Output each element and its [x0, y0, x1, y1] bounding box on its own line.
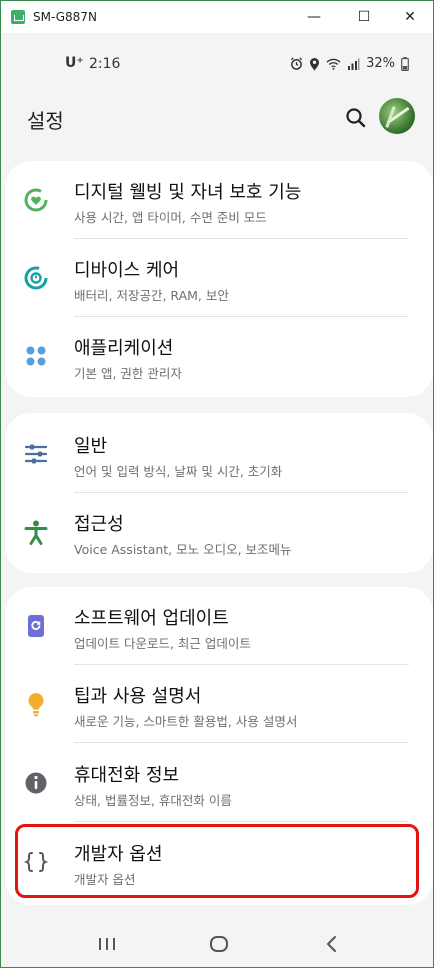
software-update-icon	[28, 615, 44, 637]
avatar[interactable]	[379, 98, 415, 134]
close-button[interactable]: ✕	[387, 1, 433, 33]
navigation-bar	[1, 913, 433, 967]
list-item-applications[interactable]: 애플리케이션 기본 앱, 권한 관리자	[5, 317, 433, 395]
settings-card-2: 일반 언어 및 입력 방식, 날짜 및 시간, 초기화 접근성 Voice As…	[5, 413, 433, 573]
sliders-icon	[24, 444, 48, 464]
item-label: 일반	[74, 436, 108, 457]
item-label: 휴대전화 정보	[74, 765, 180, 786]
carrier-label: U⁺	[65, 55, 84, 71]
item-label: 디바이스 케어	[74, 260, 180, 281]
device-care-icon	[24, 266, 48, 290]
battery-percent: 32%	[366, 56, 395, 71]
highlight-box	[15, 824, 419, 898]
maximize-button[interactable]: ☐	[341, 1, 387, 33]
item-label: 애플리케이션	[74, 338, 174, 359]
device-window: SM-G887N — ☐ ✕ U⁺ 2:16 32% 설정 디지털 웰빙 및 자…	[0, 0, 434, 968]
window-titlebar: SM-G887N — ☐ ✕	[1, 1, 433, 33]
list-item-phone-info[interactable]: 휴대전화 정보 상태, 법률정보, 휴대전화 이름	[5, 744, 433, 822]
settings-card-1: 디지털 웰빙 및 자녀 보호 기능 사용 시간, 앱 타이머, 수면 준비 모드…	[5, 161, 433, 397]
item-label: 디지털 웰빙 및 자녀 보호 기능	[74, 182, 302, 203]
item-subtitle: 배터리, 저장공간, RAM, 보안	[74, 288, 229, 303]
item-subtitle: 언어 및 입력 방식, 날짜 및 시간, 초기화	[74, 464, 283, 479]
list-item-digital-wellbeing[interactable]: 디지털 웰빙 및 자녀 보호 기능 사용 시간, 앱 타이머, 수면 준비 모드	[5, 161, 433, 239]
wifi-icon	[326, 58, 341, 70]
accessibility-icon	[24, 520, 48, 545]
list-item-accessibility[interactable]: 접근성 Voice Assistant, 모노 오디오, 보조메뉴	[5, 493, 433, 571]
info-icon	[25, 772, 47, 794]
status-bar: U⁺ 2:16 32%	[1, 45, 433, 85]
alarm-icon	[291, 57, 303, 70]
item-subtitle: 기본 앱, 권한 관리자	[74, 366, 182, 381]
app-icon	[11, 10, 25, 24]
settings-header: 설정	[1, 93, 433, 143]
battery-icon	[401, 56, 409, 71]
list-item-software-update[interactable]: 소프트웨어 업데이트 업데이트 다운로드, 최근 업데이트	[5, 587, 433, 665]
item-subtitle: Voice Assistant, 모노 오디오, 보조메뉴	[74, 542, 292, 557]
search-icon[interactable]	[343, 105, 369, 131]
signal-icon	[348, 58, 360, 70]
list-item-tips[interactable]: 팁과 사용 설명서 새로운 기능, 스마트한 활용법, 사용 설명서	[5, 665, 433, 743]
page-title: 설정	[27, 109, 64, 133]
item-subtitle: 상태, 법률정보, 휴대전화 이름	[74, 793, 232, 808]
location-icon	[310, 57, 320, 70]
status-time: 2:16	[89, 56, 121, 72]
digital-wellbeing-icon	[24, 188, 48, 212]
item-label: 팁과 사용 설명서	[74, 686, 202, 707]
apps-grid-icon	[26, 346, 46, 366]
lightbulb-icon	[28, 693, 44, 717]
divider	[74, 742, 409, 743]
minimize-button[interactable]: —	[291, 1, 337, 33]
status-icons: 32%	[290, 56, 409, 71]
item-subtitle: 업데이트 다운로드, 최근 업데이트	[74, 636, 251, 651]
item-label: 소프트웨어 업데이트	[74, 608, 229, 629]
item-subtitle: 사용 시간, 앱 타이머, 수면 준비 모드	[74, 210, 267, 225]
list-item-device-care[interactable]: 디바이스 케어 배터리, 저장공간, RAM, 보안	[5, 239, 433, 317]
back-icon[interactable]	[319, 931, 345, 957]
window-title: SM-G887N	[33, 10, 97, 24]
home-icon[interactable]	[206, 931, 232, 957]
divider	[74, 821, 409, 822]
recents-icon[interactable]	[94, 931, 120, 957]
item-label: 접근성	[74, 514, 124, 535]
item-subtitle: 새로운 기능, 스마트한 활용법, 사용 설명서	[74, 714, 298, 729]
list-item-general[interactable]: 일반 언어 및 입력 방식, 날짜 및 시간, 초기화	[5, 415, 433, 493]
